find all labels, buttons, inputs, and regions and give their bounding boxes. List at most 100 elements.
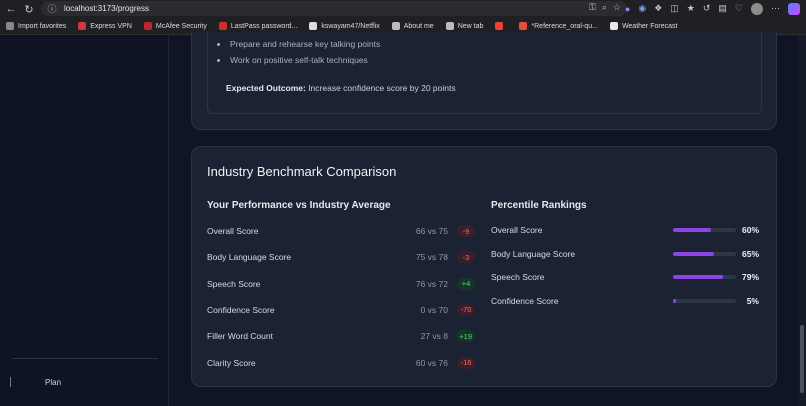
expected-outcome: Expected Outcome: Increase confidence sc… [226,83,456,93]
percentile-fill [673,228,711,232]
copilot-icon[interactable] [788,2,800,15]
bookmark-item[interactable]: Import favorites [6,22,66,30]
comparison-label: Speech Score [207,278,261,289]
favorites-icon[interactable]: ★ [687,3,695,14]
info-icon[interactable]: ⓘ [46,3,58,15]
comparison-value: 76 vs 72 [415,278,448,289]
percentile-row: Body Language Score 65% [491,249,759,263]
bookmark-label: Express VPN [90,22,132,30]
bookmark-icon [78,22,87,30]
bookmark-item[interactable]: LastPass password... [218,22,298,30]
percentile-track [673,299,736,304]
more-icon[interactable]: ⋯ [771,3,780,14]
bookmark-icon [143,22,152,30]
collections-icon[interactable]: ▤ [718,3,727,14]
comparison-label: Filler Word Count [207,331,273,342]
comparison-row: Overall Score 66 vs 75 -9 [207,225,475,240]
percentile-label: Overall Score [491,225,543,235]
percentile-row: Overall Score 60% [491,225,759,239]
bookmark-item[interactable]: New tab [445,22,484,30]
bookmark-icon [495,22,504,30]
comparison-row: Filler Word Count 27 vs 8 +19 [207,330,475,345]
sidebar-item-plan[interactable]: Plan [10,377,61,387]
comparison-value: 0 vs 70 [420,304,448,315]
bookmark-icon [218,22,227,30]
performance-icon[interactable]: ♡ [735,3,743,14]
comparison-row: Clarity Score 60 vs 76 -16 [207,356,475,372]
bookmark-item[interactable]: kswayam47/Netflix [309,22,380,30]
delta-badge: +19 [456,330,475,343]
comparison-label: Overall Score [207,226,259,236]
percentile-track [673,251,736,256]
bookmark-icon [391,22,400,30]
percentile-fill [673,299,677,304]
star-icon[interactable]: ☆ [613,2,621,13]
comparison-value: 66 vs 75 [415,226,448,236]
percentile-label: Body Language Score [491,248,576,259]
percentile-row: Speech Score 79% [491,272,759,286]
bookmark-icon [609,22,618,30]
scrollbar-thumb[interactable] [800,325,804,393]
bookmark-label: About me [403,22,434,30]
bookmark-item[interactable]: McAfee Security [143,22,207,30]
percentile-row: Confidence Score 5% [491,296,759,310]
outcome-label: Expected Outcome: [226,83,306,93]
delta-badge: -16 [457,356,475,369]
bookmark-item[interactable]: *Reference_oral-qu... [519,22,598,30]
bookmark-item[interactable]: Express VPN [78,22,132,30]
bookmark-label: kswayam47/Netflix [321,22,380,30]
bookmark-label: McAfee Security [155,22,207,30]
bookmark-icon [6,22,14,30]
plan-bullet: Prepare and rehearse key talking points [216,39,381,49]
split-screen-icon[interactable]: ◫ [670,3,679,14]
percentile-track [673,275,736,280]
comparison-row: Speech Score 76 vs 72 +4 [207,277,475,293]
page-scrollbar[interactable] [798,35,806,406]
history-icon[interactable]: ↺ [703,3,711,14]
bookmark-icon [445,22,454,30]
percentile-value: 60% [741,225,759,235]
bookmark-label: New tab [457,22,484,30]
percentile-value: 5% [746,296,759,307]
delta-badge: -9 [457,225,475,237]
bookmark-label: Import favorites [18,22,67,30]
bookmark-item[interactable]: About me [391,22,434,30]
key-icon[interactable]: ⚿ [589,2,596,13]
extension-icon-2[interactable]: ◉ [638,3,646,14]
benchmark-card: Industry Benchmark Comparison Your Perfo… [191,146,777,387]
comparison-value: 75 vs 78 [415,252,448,263]
delta-badge: +4 [457,277,475,290]
comparison-label: Confidence Score [207,304,275,315]
bookmark-item[interactable] [495,22,507,30]
percentile-fill [673,275,723,280]
percentile-title: Percentile Rankings [491,200,587,211]
extension-icon[interactable]: ● [625,4,630,14]
browser-toolbar: ← ↻ ⓘ localhost:3173/progress ⚿ ⌕ ☆ ● ◉ … [0,0,806,18]
plan-bullet: Work on positive self-talk techniques [217,55,368,65]
comparison-value: 27 vs 8 [420,331,448,342]
back-icon[interactable]: ← [4,2,18,16]
reload-icon[interactable]: ↻ [22,2,36,16]
bookmark-item[interactable]: Weather Forecast [609,22,678,30]
sidebar-item-label: Plan [45,377,62,387]
sidebar: Plan [0,35,169,406]
comparison-row: Confidence Score 0 vs 70 -70 [207,303,475,319]
comparison-label: Clarity Score [207,357,256,368]
benchmark-title: Industry Benchmark Comparison [207,164,397,179]
percentile-value: 65% [741,248,759,259]
zoom-icon[interactable]: ⌕ [602,2,607,13]
comparison-value: 60 vs 76 [415,357,448,368]
address-bar[interactable]: ⓘ localhost:3173/progress ⚿ ⌕ ☆ [41,1,627,16]
percentile-track [673,228,736,232]
percentile-label: Speech Score [491,272,545,283]
bookmark-label: Weather Forecast [621,22,678,30]
sidebar-divider [12,358,158,359]
delta-badge: -70 [457,303,475,316]
bookmark-label: LastPass password... [230,22,298,30]
bookmark-label: *Reference_oral-qu... [531,22,598,30]
extensions-icon[interactable]: ❖ [654,3,662,14]
plan-icon [10,377,21,387]
comparison-title: Your Performance vs Industry Average [207,200,391,211]
percentile-label: Confidence Score [491,296,559,307]
profile-avatar[interactable] [751,2,763,15]
